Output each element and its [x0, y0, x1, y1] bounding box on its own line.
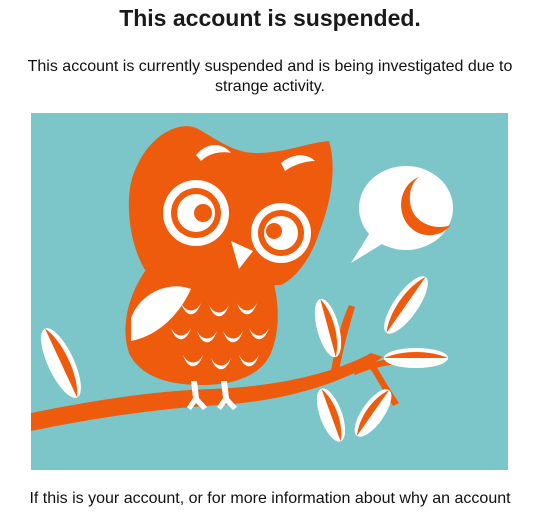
owl-right-eye: [251, 203, 311, 263]
owl-left-eye: [163, 180, 229, 246]
page-title: This account is suspended.: [119, 5, 421, 31]
suspension-message: This account is currently suspended and …: [0, 57, 540, 97]
suspension-message-line-1: This account is currently suspended and …: [27, 58, 513, 75]
owl-illustration: [31, 113, 508, 470]
footer-message: If this is your account, or for more inf…: [29, 490, 511, 507]
suspension-message-line-2: strange activity.: [215, 78, 325, 95]
leaf-right-horizontal: [384, 348, 448, 368]
